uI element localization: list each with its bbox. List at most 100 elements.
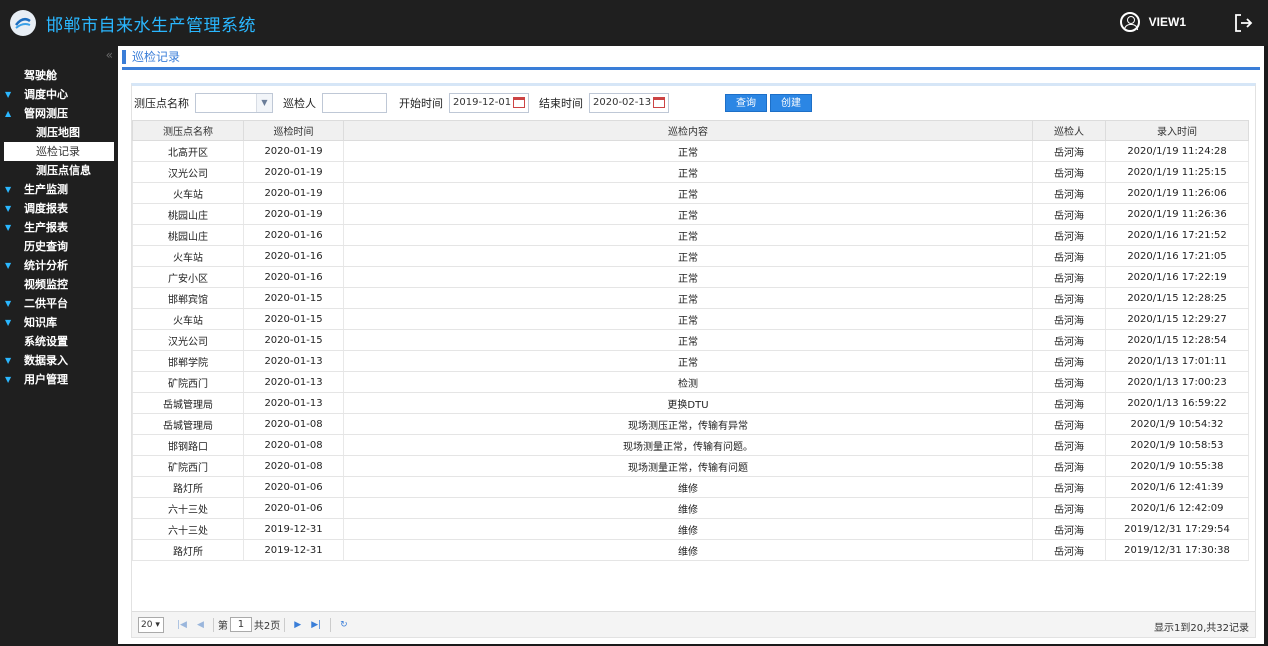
logout-icon[interactable] — [1232, 12, 1254, 34]
sidebar-item[interactable]: ▼ 二供平台 — [0, 294, 118, 313]
sidebar-item[interactable]: ▼ 调度中心 — [0, 85, 118, 104]
sidebar-item-label: 视频监控 — [24, 278, 68, 291]
page-size-value: 20 — [141, 619, 153, 630]
table-cell: 正常 — [343, 350, 1033, 372]
sidebar: « 驾驶舱 ▼ 调度中心 ▲ 管网测压 测压地图 巡检记录 测压点信息 ▼ 生产监测 ▼ 调度报表 ▼ 生… — [0, 46, 118, 646]
table-row[interactable]: 汉光公司 2020-01-19 正常 岳河海 2020/1/19 11:25:15 — [132, 161, 1249, 183]
inspector-label: 巡检人 — [283, 97, 316, 110]
table-body: 北高开区 2020-01-19 正常 岳河海 2020/1/19 11:24:28 汉光公… — [132, 140, 1249, 561]
table-cell: 六十三处 — [132, 518, 244, 540]
table-cell: 正常 — [343, 266, 1033, 288]
table-row[interactable]: 广安小区 2020-01-16 正常 岳河海 2020/1/16 17:22:19 — [132, 266, 1249, 288]
column-header[interactable]: 巡检内容 — [343, 120, 1033, 141]
table-cell: 现场测量正常，传输有问题。 — [343, 434, 1033, 456]
sidebar-item[interactable]: 巡检记录 — [4, 142, 114, 161]
table-cell: 2020/1/19 11:26:06 — [1105, 182, 1249, 204]
main-content: 巡检记录 测压点名称 ▼ 巡检人 开始时间 2019-12-01 结束时间 20… — [118, 46, 1264, 644]
table-row[interactable]: 火车站 2020-01-19 正常 岳河海 2020/1/19 11:26:06 — [132, 182, 1249, 204]
start-date-input[interactable]: 2019-12-01 — [449, 93, 529, 113]
table-cell: 桃园山庄 — [132, 224, 244, 246]
table-row[interactable]: 路灯所 2020-01-06 维修 岳河海 2020/1/6 12:41:39 — [132, 476, 1249, 498]
table-cell: 维修 — [343, 497, 1033, 519]
sidebar-item[interactable]: 驾驶舱 — [0, 66, 118, 85]
prev-page-icon[interactable]: ◀ — [197, 620, 204, 630]
column-header[interactable]: 测压点名称 — [132, 120, 244, 141]
table-row[interactable]: 邯钢路口 2020-01-08 现场测量正常，传输有问题。 岳河海 2020/1/9 1… — [132, 434, 1249, 456]
query-button[interactable]: 查询 — [725, 94, 767, 112]
refresh-icon[interactable]: ↻ — [340, 620, 348, 630]
sidebar-item[interactable]: ▲ 管网测压 — [0, 104, 118, 123]
table-row[interactable]: 火车站 2020-01-16 正常 岳河海 2020/1/16 17:21:05 — [132, 245, 1249, 267]
table-cell: 2020-01-15 — [243, 308, 344, 330]
table-cell: 2019/12/31 17:29:54 — [1105, 518, 1249, 540]
sidebar-item[interactable]: 测压地图 — [0, 123, 118, 142]
table-row[interactable]: 岳城管理局 2020-01-13 更换DTU 岳河海 2020/1/13 16:59:2… — [132, 392, 1249, 414]
sidebar-item[interactable]: ▼ 生产报表 — [0, 218, 118, 237]
water-logo-icon — [15, 17, 31, 29]
pager-divider — [284, 617, 286, 632]
table-row[interactable]: 路灯所 2019-12-31 维修 岳河海 2019/12/31 17:30:38 — [132, 539, 1249, 561]
chevron-down-icon: ▼ — [5, 185, 12, 194]
table-cell: 2020/1/19 11:24:28 — [1105, 140, 1249, 162]
user-menu[interactable]: VIEW1 — [1119, 12, 1186, 32]
table-row[interactable]: 邯郸学院 2020-01-13 正常 岳河海 2020/1/13 17:01:11 — [132, 350, 1249, 372]
column-header[interactable]: 巡检人 — [1032, 120, 1106, 141]
point-name-select[interactable]: ▼ — [195, 93, 273, 113]
sidebar-item[interactable]: 测压点信息 — [0, 161, 118, 180]
last-page-icon[interactable]: ▶| — [311, 620, 321, 630]
page-title: 巡检记录 — [132, 50, 181, 64]
chevron-down-icon: ▼ — [5, 261, 12, 270]
column-header[interactable]: 巡检时间 — [243, 120, 344, 141]
sidebar-item[interactable]: ▼ 知识库 — [0, 313, 118, 332]
app-title: 邯郸市自来水生产管理系统 — [46, 15, 256, 36]
table-cell: 2020-01-16 — [243, 224, 344, 246]
table-cell: 正常 — [343, 308, 1033, 330]
user-icon — [1119, 12, 1140, 32]
table-cell: 2020/1/9 10:58:53 — [1105, 434, 1249, 456]
table-cell: 2019-12-31 — [243, 539, 344, 561]
table-row[interactable]: 六十三处 2019-12-31 维修 岳河海 2019/12/31 17:29:54 — [132, 518, 1249, 540]
sidebar-item[interactable]: 历史查询 — [0, 237, 118, 256]
table-cell: 火车站 — [132, 182, 244, 204]
table-row[interactable]: 北高开区 2020-01-19 正常 岳河海 2020/1/19 11:24:28 — [132, 140, 1249, 162]
first-page-icon[interactable]: |◀ — [177, 620, 187, 630]
table-cell: 正常 — [343, 140, 1033, 162]
table-row[interactable]: 桃园山庄 2020-01-19 正常 岳河海 2020/1/19 11:26:36 — [132, 203, 1249, 225]
table-cell: 维修 — [343, 539, 1033, 561]
column-header[interactable]: 录入时间 — [1105, 120, 1249, 141]
end-date-input[interactable]: 2020-02-13 — [589, 93, 669, 113]
point-name-label: 测压点名称 — [134, 97, 189, 110]
sidebar-item[interactable]: ▼ 数据录入 — [0, 351, 118, 370]
table-row[interactable]: 汉光公司 2020-01-15 正常 岳河海 2020/1/15 12:28:54 — [132, 329, 1249, 351]
sidebar-item[interactable]: ▼ 调度报表 — [0, 199, 118, 218]
inspector-input[interactable] — [322, 93, 387, 113]
table-row[interactable]: 火车站 2020-01-15 正常 岳河海 2020/1/15 12:29:27 — [132, 308, 1249, 330]
table-row[interactable]: 矿院西门 2020-01-08 现场测量正常，传输有问题 岳河海 2020/1/9 10… — [132, 455, 1249, 477]
next-page-icon[interactable]: ▶ — [294, 620, 301, 630]
sidebar-item[interactable]: ▼ 生产监测 — [0, 180, 118, 199]
create-button[interactable]: 创建 — [770, 94, 812, 112]
calendar-icon[interactable] — [653, 97, 665, 108]
table-row[interactable]: 六十三处 2020-01-06 维修 岳河海 2020/1/6 12:42:09 — [132, 497, 1249, 519]
chevron-down-icon: ▼ — [5, 375, 12, 384]
calendar-icon[interactable] — [513, 97, 525, 108]
table-row[interactable]: 桃园山庄 2020-01-16 正常 岳河海 2020/1/16 17:21:52 — [132, 224, 1249, 246]
table-cell: 岳城管理局 — [132, 392, 244, 414]
table-cell: 火车站 — [132, 245, 244, 267]
table-row[interactable]: 岳城管理局 2020-01-08 现场测压正常，传输有异常 岳河海 2020/1/9 1… — [132, 413, 1249, 435]
filter-toolbar: 测压点名称 ▼ 巡检人 开始时间 2019-12-01 结束时间 2020-02… — [132, 86, 1255, 120]
sidebar-item[interactable]: 系统设置 — [0, 332, 118, 351]
collapse-sidebar-icon[interactable]: « — [106, 48, 113, 62]
page-header: 巡检记录 — [122, 46, 1260, 70]
chevron-down-icon: ▼ — [5, 90, 12, 99]
page-size-select[interactable]: 20 ▾ — [138, 616, 164, 633]
sidebar-item[interactable]: ▼ 用户管理 — [0, 370, 118, 389]
table-row[interactable]: 邯郸宾馆 2020-01-15 正常 岳河海 2020/1/15 12:28:25 — [132, 287, 1249, 309]
table-cell: 岳河海 — [1032, 371, 1106, 393]
chevron-down-icon[interactable]: ▼ — [256, 94, 272, 112]
sidebar-item[interactable]: ▼ 统计分析 — [0, 256, 118, 275]
table-row[interactable]: 矿院西门 2020-01-13 检测 岳河海 2020/1/13 17:00:23 — [132, 371, 1249, 393]
table-cell: 2020-01-15 — [243, 329, 344, 351]
page-number-input[interactable]: 1 — [229, 617, 252, 632]
sidebar-item[interactable]: 视频监控 — [0, 275, 118, 294]
